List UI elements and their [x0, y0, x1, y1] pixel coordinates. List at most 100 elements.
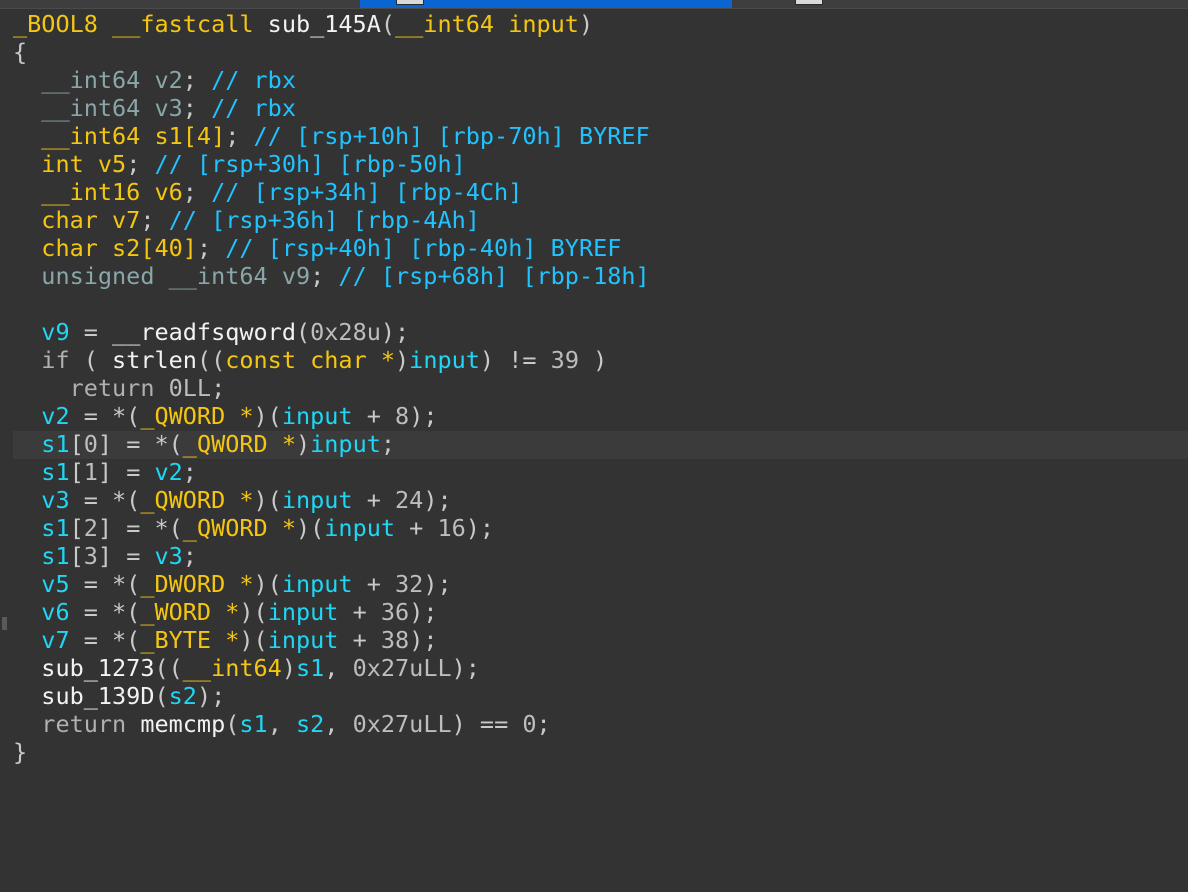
code-token: input: [267, 626, 339, 654]
code-token: 0: [83, 430, 98, 458]
code-line[interactable]: if ( strlen((const char *)input) != 39 ): [13, 346, 650, 374]
code-token: sub_1273: [13, 654, 155, 682]
code-token: )(: [239, 598, 268, 626]
code-token: _QWORD *: [140, 402, 254, 430]
code-line[interactable]: return 0LL;: [13, 374, 650, 402]
code-token: __readfsqword: [112, 318, 296, 346]
code-line[interactable]: __int16 v6; // [rsp+34h] [rbp-4Ch]: [13, 178, 650, 206]
code-line[interactable]: [13, 290, 650, 318]
code-line[interactable]: return memcmp(s1, s2, 0x27uLL) == 0;: [13, 710, 650, 738]
tab-close-icon[interactable]: [795, 0, 823, 5]
code-token: ((: [154, 654, 183, 682]
code-token: = *(: [69, 486, 141, 514]
code-token: input: [324, 514, 396, 542]
code-token: ;: [310, 262, 339, 290]
code-line[interactable]: sub_139D(s2);: [13, 682, 650, 710]
code-token: // rbx: [211, 66, 296, 94]
code-token: );: [423, 486, 452, 514]
code-token: input: [409, 346, 480, 374]
code-token: 0x27uLL: [352, 710, 452, 738]
code-token: ;: [380, 430, 396, 458]
code-token: v3: [154, 542, 183, 570]
code-token: 16: [437, 514, 466, 542]
pseudocode-editor[interactable]: _BOOL8 __fastcall sub_145A(__int64 input…: [13, 9, 1188, 892]
breakpoint-marker-icon[interactable]: [2, 617, 7, 630]
tab-close-icon[interactable]: [396, 0, 424, 5]
code-line[interactable]: __int64 s1[4]; // [rsp+10h] [rbp-70h] BY…: [13, 122, 649, 150]
code-token: _BOOL8 __fastcall: [13, 10, 268, 38]
code-token: 0LL: [168, 374, 212, 402]
line-gutter: [0, 9, 13, 892]
code-token: _BYTE *: [140, 626, 240, 654]
code-line[interactable]: _BOOL8 __fastcall sub_145A(__int64 input…: [13, 10, 650, 38]
code-token: v2: [13, 402, 70, 430]
code-line[interactable]: __int64 v2; // rbx: [13, 66, 650, 94]
code-token: int v5: [13, 150, 127, 178]
code-token: s1: [13, 430, 70, 458]
code-token: ((: [196, 346, 226, 374]
code-token: ;: [182, 458, 197, 486]
code-token: __int64 input: [395, 10, 579, 38]
code-line[interactable]: sub_1273((__int64)s1, 0x27uLL);: [13, 654, 650, 682]
code-token: v2: [154, 458, 183, 486]
code-token: ): [395, 346, 410, 374]
code-line[interactable]: v7 = *(_BYTE *)(input + 38);: [13, 626, 650, 654]
code-token: 8: [395, 402, 410, 430]
code-token: = *(: [69, 402, 141, 430]
code-line[interactable]: char v7; // [rsp+36h] [rbp-4Ah]: [13, 206, 650, 234]
code-line[interactable]: {: [13, 38, 650, 66]
code-line[interactable]: v5 = *(_DWORD *)(input + 32);: [13, 570, 650, 598]
code-view[interactable]: _BOOL8 __fastcall sub_145A(__int64 input…: [13, 10, 650, 766]
code-token: char v7: [13, 206, 141, 234]
code-token: ): [578, 10, 594, 38]
code-token: s1: [239, 710, 268, 738]
code-token: +: [395, 514, 438, 542]
code-token: 0x27uLL: [352, 654, 452, 682]
code-token: =: [69, 318, 113, 346]
code-token: ;: [211, 374, 226, 402]
code-token: v6: [13, 598, 70, 626]
code-token: {: [13, 38, 28, 66]
code-token: // rbx: [211, 94, 296, 122]
code-token: (: [380, 10, 396, 38]
code-token: )(: [295, 514, 325, 542]
code-token: );: [409, 598, 438, 626]
code-line[interactable]: v3 = *(_QWORD *)(input + 24);: [13, 486, 650, 514]
code-token: strlen: [112, 346, 197, 374]
code-line[interactable]: unsigned __int64 v9; // [rsp+68h] [rbp-1…: [13, 262, 650, 290]
code-token: 36: [380, 598, 410, 626]
code-token: 0: [522, 710, 537, 738]
code-token: ;: [196, 234, 226, 262]
code-line[interactable]: v9 = __readfsqword(0x28u);: [13, 318, 650, 346]
code-token: __int64 s1[4]: [13, 122, 226, 150]
code-token: +: [338, 626, 381, 654]
code-token: v7: [13, 626, 70, 654]
code-token: );: [451, 654, 480, 682]
code-line[interactable]: __int64 v3; // rbx: [13, 94, 650, 122]
code-line[interactable]: s1[0] = *(_QWORD *)input;: [13, 430, 650, 458]
code-token: return: [13, 710, 127, 738]
tab-strip[interactable]: [0, 0, 1188, 9]
code-line[interactable]: s1[1] = v2;: [13, 458, 650, 486]
code-token: ;: [225, 122, 254, 150]
code-token: input: [281, 486, 353, 514]
code-token: ] =: [97, 542, 155, 570]
code-line[interactable]: int v5; // [rsp+30h] [rbp-50h]: [13, 150, 650, 178]
code-token: memcmp: [140, 710, 226, 738]
code-token: ): [281, 654, 296, 682]
code-token: s1: [13, 542, 70, 570]
code-token: );: [196, 682, 226, 710]
code-line[interactable]: s1[2] = *(_QWORD *)(input + 16);: [13, 514, 650, 542]
code-token: (: [295, 318, 311, 346]
code-line[interactable]: char s2[40]; // [rsp+40h] [rbp-40h] BYRE…: [13, 234, 650, 262]
code-line[interactable]: }: [13, 738, 650, 766]
code-token: // [rsp+68h] [rbp-18h]: [338, 262, 650, 290]
code-token: _QWORD *: [140, 486, 254, 514]
code-line[interactable]: v2 = *(_QWORD *)(input + 8);: [13, 402, 650, 430]
code-token: _WORD *: [140, 598, 240, 626]
code-line[interactable]: s1[3] = v3;: [13, 542, 650, 570]
code-token: ;: [536, 710, 551, 738]
code-token: sub_145A: [267, 10, 381, 38]
code-token: input: [281, 570, 353, 598]
code-line[interactable]: v6 = *(_WORD *)(input + 36);: [13, 598, 650, 626]
